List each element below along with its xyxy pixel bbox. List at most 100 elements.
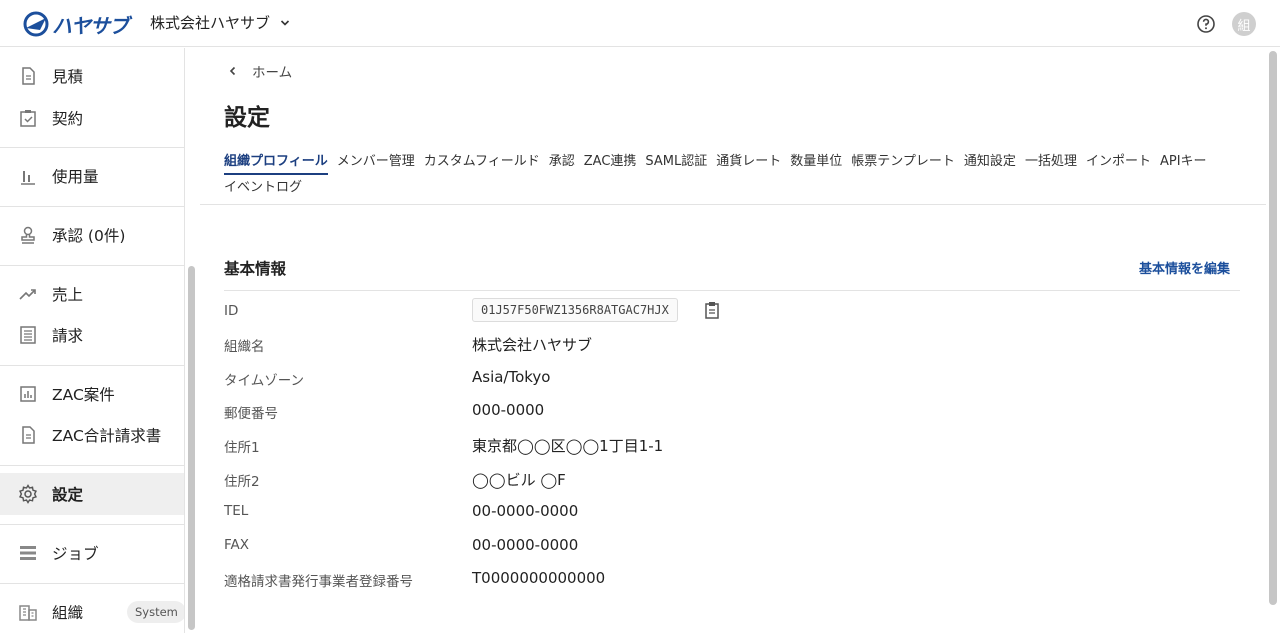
sidebar-divider [0,465,184,466]
sidebar-item-label: 請求 [52,327,84,345]
sidebar-item-label: 見積 [52,68,84,86]
field-value: ◯◯ビル ◯F [472,471,566,489]
breadcrumb[interactable]: ホーム [228,61,292,81]
tab-notifications[interactable]: 通知設定 [964,149,1016,175]
field-row-org-name: 組織名 株式会社ハヤサブ [224,328,1240,358]
settings-tabs: 組織プロフィール メンバー管理 カスタムフィールド 承認 ZAC連携 SAML認証 通貨レー… [224,149,1244,201]
sidebar-item-label: 組織 [52,604,84,622]
org-name: 株式会社ハヤサブ [150,14,271,32]
field-label: タイムゾーン [224,373,305,389]
chevron-down-icon [280,19,290,26]
gear-icon [19,484,37,504]
edit-basic-info-link[interactable]: 基本情報を編集 [1139,258,1230,277]
field-label: 郵便番号 [224,406,278,422]
stack-icon [20,546,36,560]
field-value: 株式会社ハヤサブ [472,336,593,354]
field-row-fax: FAX 00-0000-0000 [224,530,1240,560]
bar-chart-icon [21,171,35,185]
org-id-value[interactable]: 01J57F50FWZ1356R8ATGAC7HJX [472,298,678,322]
field-value: 00-0000-0000 [472,502,579,520]
sidebar-item-label: 契約 [52,110,84,128]
section-title: 基本情報 [224,260,287,278]
main-content: ホーム 設定 組織プロフィール メンバー管理 カスタムフィールド 承認 ZAC連携 SAM… [200,48,1266,633]
sidebar-item-label: 承認 (0件) [52,227,126,245]
help-icon[interactable] [1196,14,1216,34]
sidebar-scroll-thumb[interactable] [188,266,195,630]
field-value: T0000000000000 [472,569,606,587]
sidebar-item-approvals[interactable]: 承認 (0件) [0,214,184,256]
sidebar-item-zac-projects[interactable]: ZAC案件 [0,373,184,415]
tab-templates[interactable]: 帳票テンプレート [851,149,955,175]
main-scroll-thumb[interactable] [1269,51,1277,605]
main-scrollbar[interactable] [1266,48,1280,633]
tab-bulk[interactable]: 一括処理 [1025,149,1077,175]
top-bar: ハヤサブ 株式会社ハヤサブ 組 [0,0,1280,47]
sidebar-item-label: ZAC合計請求書 [52,427,162,445]
avatar[interactable]: 組 [1232,12,1256,36]
sidebar-item-jobs[interactable]: ジョブ [0,532,184,574]
sidebar-divider [0,265,184,266]
field-row-tel: TEL 00-0000-0000 [224,496,1240,526]
field-value: 東京都◯◯区◯◯1丁目1-1 [472,437,664,455]
tab-org-profile[interactable]: 組織プロフィール [224,151,328,175]
trending-up-icon [19,289,36,300]
sidebar: 見積 契約 使用量 承認 (0件) 売上 請求 ZAC案件 ZAC合計請求書 設… [0,48,185,633]
field-label: FAX [224,537,250,553]
tab-event-log[interactable]: イベントログ [224,175,302,201]
sidebar-scrollbar[interactable] [187,48,197,633]
sidebar-item-label: ジョブ [52,545,99,563]
sidebar-item-label: 設定 [52,486,84,504]
stamp-icon [21,226,35,244]
field-row-invoice-registration-number: 適格請求書発行事業者登録番号 T0000000000000 [224,563,1240,593]
tab-currency-rates[interactable]: 通貨レート [716,149,781,175]
system-badge: System [127,601,184,623]
tab-zac[interactable]: ZAC連携 [584,149,637,175]
sidebar-item-invoices[interactable]: 請求 [0,314,184,356]
field-row-address2: 住所2 ◯◯ビル ◯F [224,463,1240,493]
sidebar-item-sales[interactable]: 売上 [0,273,184,315]
field-label: 住所1 [224,440,260,456]
document-icon [22,426,35,444]
breadcrumb-home: ホーム [252,65,293,81]
field-row-id: ID 01J57F50FWZ1356R8ATGAC7HJX [224,296,1240,326]
logo-mark-icon [23,11,49,37]
section-divider [224,290,1240,291]
sidebar-item-label: ZAC案件 [52,386,115,404]
field-label: 組織名 [224,339,265,355]
logo[interactable]: ハヤサブ [22,9,129,39]
tab-members[interactable]: メンバー管理 [337,149,415,175]
sidebar-item-zac-total-invoices[interactable]: ZAC合計請求書 [0,414,184,456]
field-row-address1: 住所1 東京都◯◯区◯◯1丁目1-1 [224,429,1240,459]
field-value: 00-0000-0000 [472,536,579,554]
list-doc-icon [20,326,36,344]
tab-approval[interactable]: 承認 [549,149,575,175]
field-label: 住所2 [224,474,260,490]
sidebar-item-label: 使用量 [52,168,99,186]
clipboard-copy-icon[interactable] [704,301,720,319]
sidebar-item-settings[interactable]: 設定 [0,473,184,515]
tab-import[interactable]: インポート [1086,149,1151,175]
sidebar-item-contracts[interactable]: 契約 [0,97,184,139]
sidebar-item-usage[interactable]: 使用量 [0,155,184,197]
tab-custom-fields[interactable]: カスタムフィールド [424,149,540,175]
tabs-divider [200,204,1266,205]
sidebar-divider [0,147,184,148]
sidebar-divider [0,365,184,366]
clipboard-check-icon [20,110,36,127]
page-title: 設定 [224,105,270,131]
field-row-timezone: タイムゾーン Asia/Tokyo [224,362,1240,392]
chart-box-icon [20,386,36,402]
chevron-left-icon [229,66,236,76]
field-label: ID [224,303,239,319]
tab-api-keys[interactable]: APIキー [1160,149,1207,175]
org-switcher[interactable]: 株式会社ハヤサブ [150,12,290,33]
tab-saml[interactable]: SAML認証 [645,149,707,175]
field-label: TEL [224,503,249,519]
sidebar-item-quotes[interactable]: 見積 [0,55,184,97]
field-value: Asia/Tokyo [472,368,551,386]
sidebar-item-organizations[interactable]: 組織 System [0,591,184,633]
sidebar-divider [0,206,184,207]
tab-units[interactable]: 数量単位 [790,149,842,175]
sidebar-divider [0,524,184,525]
building-icon [19,605,37,621]
